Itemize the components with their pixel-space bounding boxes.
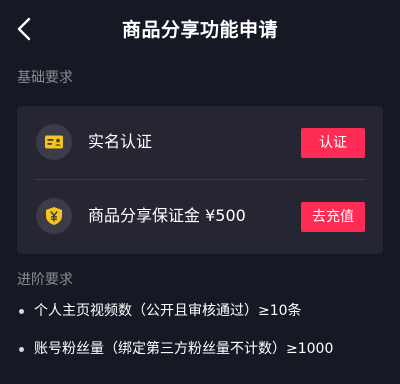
bullet-icon bbox=[19, 347, 24, 352]
nav-bar: 商品分享功能申请 bbox=[0, 0, 400, 58]
verify-button[interactable]: 认证 bbox=[301, 128, 365, 158]
yen-shield-icon bbox=[46, 207, 62, 225]
requirement-label: 商品分享保证金 ¥500 bbox=[88, 206, 246, 225]
requirement-text: 个人主页视频数（公开且审核通过）≥10条 bbox=[34, 303, 302, 319]
section-title-basic: 基础要求 bbox=[17, 70, 73, 86]
requirement-row-identity: 实名认证 认证 bbox=[17, 106, 383, 179]
identity-icon-circle bbox=[36, 124, 72, 160]
section-title-advanced: 进阶要求 bbox=[17, 272, 73, 288]
page-title: 商品分享功能申请 bbox=[121, 19, 278, 41]
recharge-button[interactable]: 去充值 bbox=[301, 202, 365, 232]
requirement-label: 实名认证 bbox=[88, 132, 153, 151]
requirement-text: 账号粉丝量（绑定第三方粉丝量不计数）≥1000 bbox=[34, 341, 334, 357]
basic-requirements-card: 实名认证 认证 商品分享保证金 ¥500 去充值 bbox=[17, 106, 383, 254]
id-card-icon bbox=[45, 135, 63, 149]
bullet-icon bbox=[19, 309, 24, 314]
requirement-row-deposit: 商品分享保证金 ¥500 去充值 bbox=[17, 180, 383, 253]
deposit-icon-circle bbox=[36, 198, 72, 234]
